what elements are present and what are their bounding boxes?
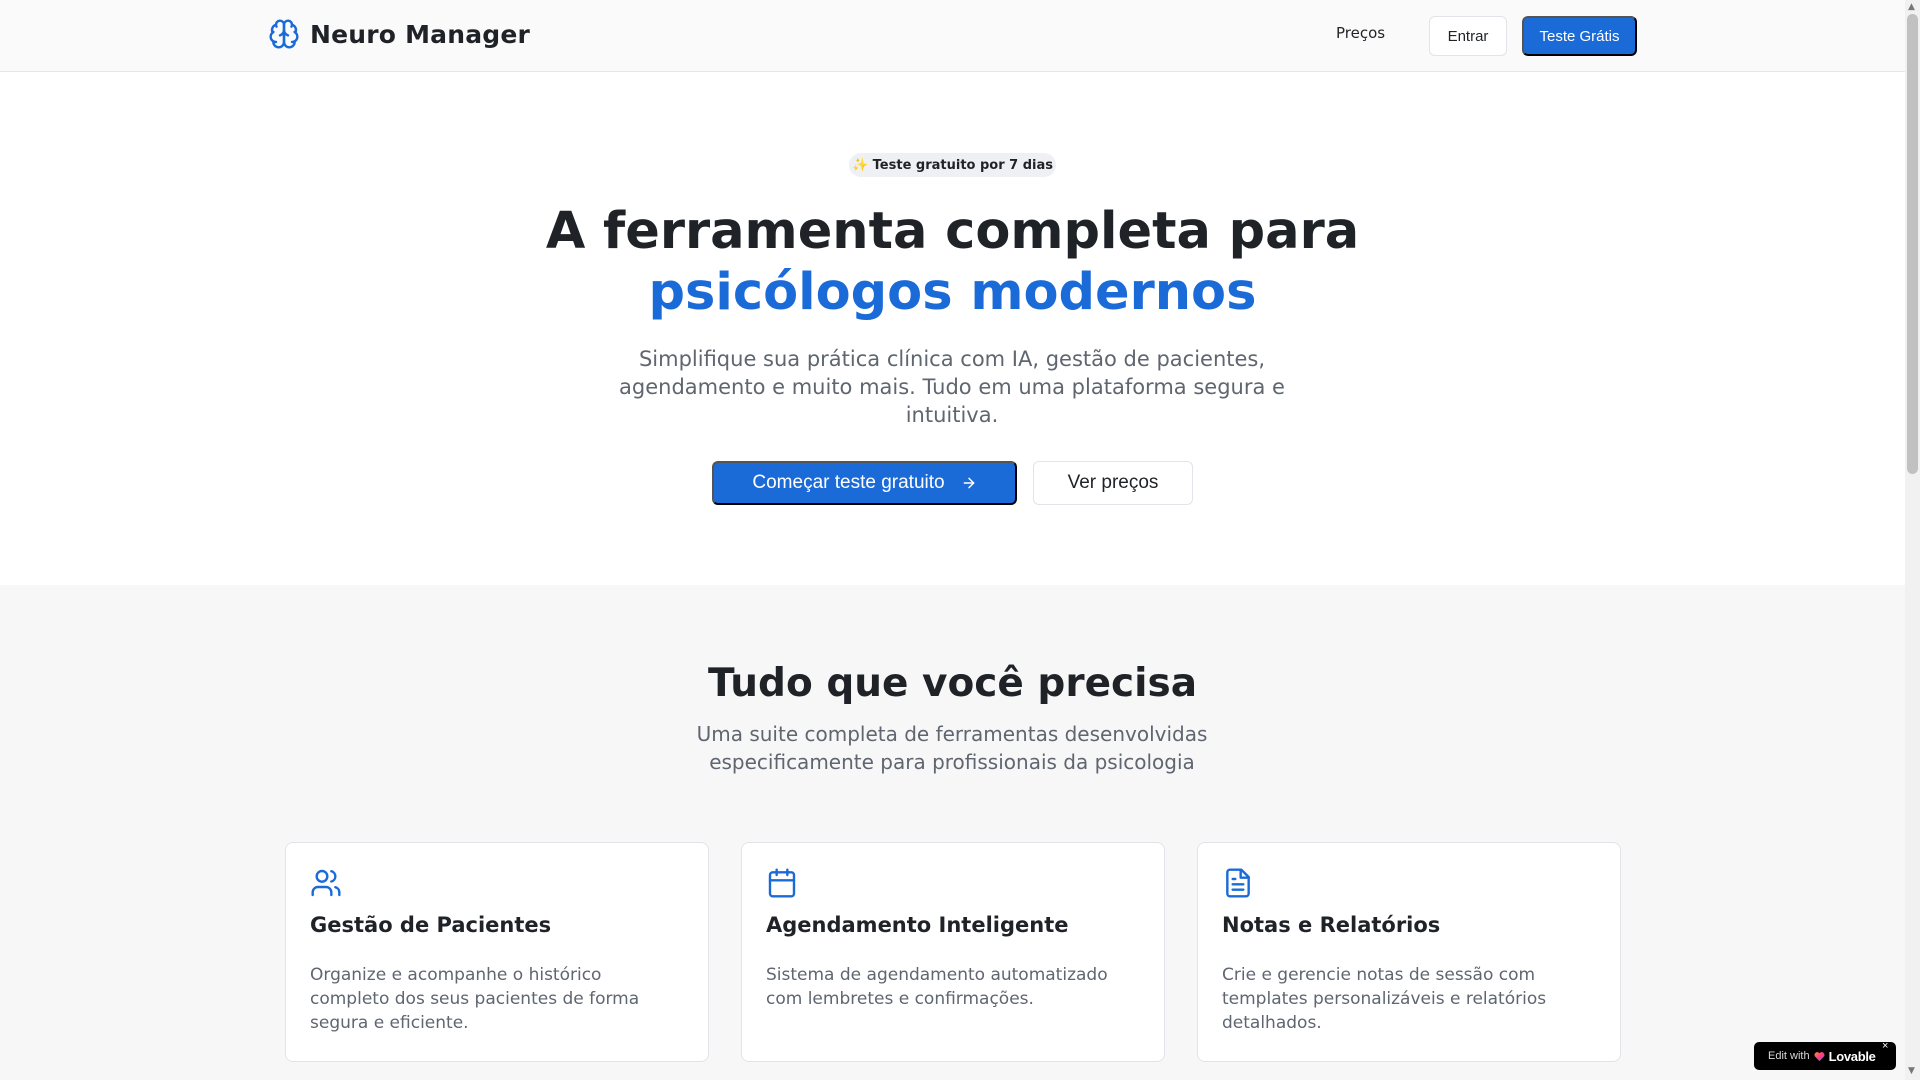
nav-link-precos[interactable]: Preços — [1336, 24, 1385, 42]
features-section: Tudo que você precisa Uma suite completa… — [0, 585, 1905, 1080]
feature-card-scheduling: Agendamento Inteligente Sistema de agend… — [741, 842, 1165, 1062]
start-trial-label: Começar teste gratuito — [752, 472, 945, 493]
lovable-brand-name: Lovable — [1828, 1048, 1876, 1064]
feature-card-title: Notas e Relatórios — [1222, 913, 1441, 937]
close-icon[interactable]: × — [1882, 1040, 1888, 1052]
calendar-icon — [768, 868, 796, 898]
scroll-up-icon[interactable]: ▲ — [1908, 2, 1915, 12]
features-title: Tudo que você precisa — [707, 661, 1198, 706]
hero-section: ✨ Teste gratuito por 7 dias A ferramenta… — [0, 73, 1905, 585]
arrow-right-icon — [963, 477, 974, 489]
lovable-heart-icon — [1814, 1051, 1825, 1061]
feature-card-patients: Gestão de Pacientes Organize e acompanhe… — [285, 842, 709, 1062]
page-scrollbar[interactable]: ▲ ▼ — [1905, 0, 1920, 1080]
users-icon — [311, 869, 341, 897]
free-trial-badge: ✨ Teste gratuito por 7 dias — [849, 153, 1056, 177]
top-navbar: Neuro Manager Preços Entrar Teste Grátis — [0, 0, 1905, 72]
scroll-down-icon[interactable]: ▼ — [1908, 1066, 1915, 1076]
feature-card-description: Crie e gerencie notas de sessão com temp… — [1222, 965, 1547, 1033]
brand-logo[interactable]: Neuro Manager — [268, 18, 530, 50]
feature-card-notes: Notas e Relatórios Crie e gerencie notas… — [1197, 842, 1621, 1062]
feature-card-title: Gestão de Pacientes — [310, 913, 552, 937]
file-text-icon — [1226, 868, 1250, 898]
brand-name: Neuro Manager — [310, 19, 531, 49]
login-button[interactable]: Entrar — [1429, 16, 1507, 56]
hero-title: A ferramenta completa para psicólogos mo… — [0, 201, 1905, 323]
lovable-edit-text: Edit with — [1768, 1050, 1810, 1062]
start-trial-button[interactable]: Começar teste gratuito — [712, 461, 1017, 505]
brain-icon — [269, 19, 299, 49]
edit-with-lovable-badge[interactable]: Edit with Lovable × — [1754, 1040, 1896, 1070]
feature-card-description: Organize e acompanhe o histórico complet… — [310, 965, 640, 1033]
hero-title-line1: A ferramenta completa para — [545, 202, 1360, 261]
scrollbar-thumb[interactable] — [1907, 14, 1918, 474]
free-trial-button[interactable]: Teste Grátis — [1522, 16, 1637, 56]
view-prices-button[interactable]: Ver preços — [1033, 461, 1193, 505]
features-subtitle: Uma suite completa de ferramentas desenv… — [696, 722, 1208, 774]
feature-card-description: Sistema de agendamento automatizado com … — [766, 965, 1108, 1009]
feature-card-title: Agendamento Inteligente — [766, 913, 1069, 937]
hero-title-highlight: psicólogos modernos — [648, 263, 1257, 322]
hero-subtitle: Simplifique sua prática clínica com IA, … — [619, 347, 1285, 427]
